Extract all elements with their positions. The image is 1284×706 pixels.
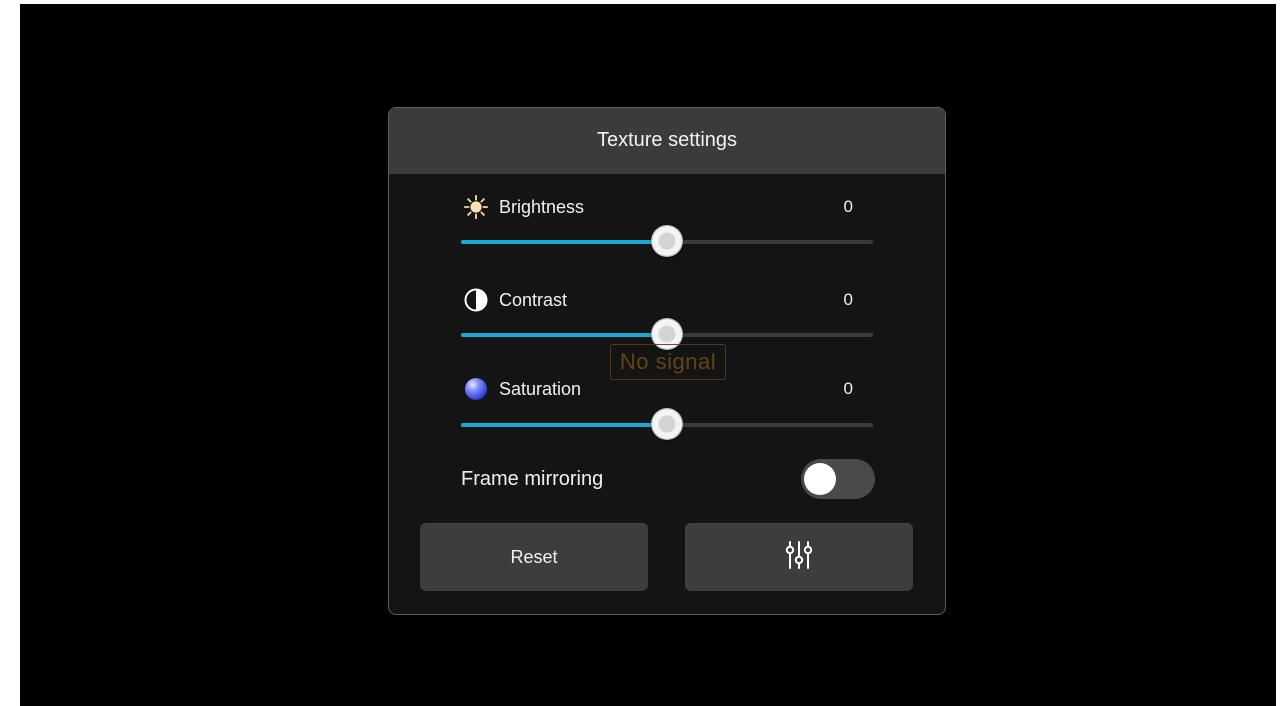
contrast-label-row: Contrast: [463, 287, 567, 313]
frame-mirroring-label: Frame mirroring: [461, 468, 604, 490]
contrast-label: Contrast: [499, 289, 568, 310]
contrast-value: 0: [843, 290, 853, 309]
brightness-label: Brightness: [499, 196, 585, 217]
sliders-icon: [782, 538, 816, 577]
brightness-slider[interactable]: [461, 226, 873, 256]
sun-icon: [463, 194, 489, 220]
reset-button[interactable]: Reset: [420, 523, 648, 591]
contrast-slider-fill: [461, 333, 667, 337]
reset-button-label: Reset: [510, 546, 558, 567]
dialog-title: Texture settings: [389, 108, 945, 174]
contrast-slider[interactable]: [461, 319, 873, 349]
saturation-slider-fill: [461, 423, 667, 427]
saturation-slider[interactable]: [461, 409, 873, 439]
saturation-value: 0: [843, 379, 853, 398]
saturation-slider-thumb[interactable]: [652, 409, 682, 439]
no-signal-overlay: No signal: [610, 344, 726, 380]
saturation-label: Saturation: [499, 378, 582, 399]
toggle-knob: [804, 463, 836, 495]
brightness-label-row: Brightness: [463, 194, 584, 220]
saturation-icon: [463, 376, 489, 402]
screen: Texture settings Brightness 0 Contrast 0…: [20, 4, 1276, 706]
brightness-slider-fill: [461, 240, 667, 244]
brightness-value: 0: [843, 197, 853, 216]
contrast-icon: [463, 287, 489, 313]
brightness-slider-thumb[interactable]: [652, 226, 682, 256]
saturation-label-row: Saturation: [463, 376, 581, 402]
frame-mirroring-toggle[interactable]: [801, 459, 875, 499]
advanced-settings-button[interactable]: [685, 523, 913, 591]
